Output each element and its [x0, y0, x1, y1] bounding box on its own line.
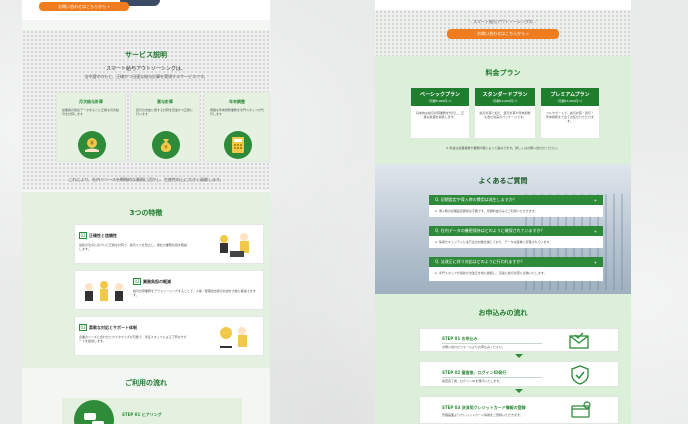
faq-answer-3: A. 専門スタッフが最新の法改正を常に確認し、迅速に給与計算に反映いたします。 — [429, 267, 603, 281]
hero-bottom: お問い合わせはこちらから » — [22, 0, 270, 20]
service-card-year-end: 年末調整 煩雑な年末調整業務を専門スタッフが代行します — [204, 92, 270, 162]
apply-section: お申込みの流れ STEP 01 お申込み お問い合わせフォームよりお申込みくださ… — [375, 294, 631, 424]
right-page-preview: ＼ スマート給与アウトソーシングの ／ お問い合わせはこちらから » 料金プラン… — [375, 0, 631, 424]
support-illustration — [210, 321, 260, 353]
feature-text: 企業のニーズに合わせたカスタマイズが可能で、専任スタッフによる丁寧なサポートを提… — [79, 335, 187, 343]
plan-card-premium: プレミアムプラン （月額15,000円〜） フルサポートで、給与計算・賞与・年末… — [540, 87, 600, 139]
pricing-title: 料金プラン — [485, 69, 521, 77]
apply-step-3: STEP 03 決済用クレジットカード情報の登録 管理画面よりクレジットカード情… — [419, 396, 619, 424]
service-card-title: 月次給与計算 — [79, 99, 103, 104]
service-card-text: 賞与の支給に関する計算を迅速かつ正確に行います — [136, 108, 194, 116]
faq-title: よくあるご質問 — [478, 177, 528, 185]
pricing-section: 料金プラン ベーシックプラン （月額5,000円〜） 基本的な給与計算業務を代行… — [375, 56, 631, 164]
envelope-icon — [568, 332, 590, 354]
people-illustration — [210, 229, 260, 261]
feature-title: 柔軟な対応とサポート体制 — [89, 325, 137, 330]
service-section: サービス説明 スマート給与アウトソーシングは、 法令遵守のもと、正確かつ迅速な給… — [22, 30, 270, 190]
expand-icon: + — [593, 197, 597, 203]
plan-card-standard: スタンダードプラン （月額10,000円〜） 給与計算に加え、賞与計算や年末調整… — [474, 87, 536, 139]
feature-title: 正確性と信頼性 — [89, 233, 117, 238]
feature-number: 03 — [79, 324, 87, 331]
team-illustration — [79, 275, 129, 307]
feature-number: 02 — [133, 278, 141, 285]
feature-text: 最新の法令に基づいた正確な計算で、給与ミスを防止し、貴社の業務負担を軽減します。 — [79, 243, 187, 251]
plan-header: スタンダードプラン （月額10,000円〜） — [475, 88, 535, 106]
feature-text: 給与計算業務をアウトソーシングすることで、人事・経理担当者の負担を大幅に軽減でき… — [133, 289, 256, 297]
service-card-text: 煩雑な年末調整業務を専門スタッフが代行します — [210, 108, 265, 116]
service-card-payroll: 月次給与計算 従業員の勤怠データをもとに正確な月次給与を計算します ¥ — [56, 92, 126, 162]
features-section: 3つの特徴 01 正確性と信頼性 最新の法令に基づいた正確な計算で、給与ミスを防… — [22, 192, 270, 368]
service-title: サービス説明 — [125, 51, 167, 59]
features-title: 3つの特徴 — [129, 209, 163, 217]
plan-text: 給与計算に加え、賞与計算や年末調整も含む充実のパッケージです。 — [479, 111, 531, 119]
service-lead-2: 法令遵守のもと、正確かつ迅速な給与計算を実現するサービスです。 — [84, 74, 208, 79]
arrow-down-icon — [515, 354, 523, 358]
divider — [442, 343, 542, 344]
svg-text:¥: ¥ — [90, 140, 94, 147]
service-card-bonus: 賞与計算 賞与の支給に関する計算を迅速かつ正確に行います ¥ — [130, 92, 200, 162]
apply-step-title: STEP 01 お申込み — [442, 336, 478, 341]
faq-answer-2: A. 情報セキュリティには万全の対策を講じており、データは厳重に管理されています… — [429, 236, 603, 248]
plan-card-basic: ベーシックプラン （月額5,000円〜） 基本的な給与計算業務を代行し、正確な処… — [410, 87, 470, 139]
apply-step-text: お問い合わせフォームよりお申込みください。 — [442, 345, 505, 349]
apply-step-text: 審査完了後、ログインIDを発行いたします。 — [442, 379, 502, 383]
plan-header: ベーシックプラン （月額5,000円〜） — [411, 88, 469, 106]
apply-step-text: 管理画面よりクレジットカード情報をご登録いただきます。 — [442, 413, 523, 417]
faq-section: よくあるご質問 Q. 初期設定や導入時の費用は発生しますか？ + A. 導入時の初… — [375, 164, 631, 294]
service-lead-1: スマート給与アウトソーシングは、 — [106, 66, 186, 72]
arrow-down-icon — [515, 389, 523, 393]
feature-title: 業務負担の軽減 — [143, 279, 171, 284]
left-page-preview: お問い合わせはこちらから » サービス説明 スマート給与アウトソーシングは、 法… — [22, 0, 270, 424]
faq-question-2[interactable]: Q. 社内データの機密保持はどのように確保されていますか？ + — [429, 226, 603, 236]
service-card-title: 年末調整 — [229, 99, 245, 104]
calculator-icon — [224, 131, 252, 159]
apply-step-2: STEP 02 審査後、ログインID発行 審査完了後、ログインIDを発行いたしま… — [419, 361, 619, 387]
chat-icon — [74, 400, 114, 424]
shield-check-icon — [570, 365, 590, 389]
divider — [442, 377, 542, 378]
flow-step-title: STEP 01 ヒアリング — [122, 412, 162, 417]
contact-cta-button[interactable]: お問い合わせはこちらから » — [447, 29, 559, 39]
feature-card-3: 03 柔軟な対応とサポート体制 企業のニーズに合わせたカスタマイズが可能で、専任… — [74, 316, 264, 356]
cta-section: ＼ スマート給与アウトソーシングの ／ お問い合わせはこちらから » — [375, 10, 631, 56]
flow-step-1: STEP 01 ヒアリング — [62, 398, 242, 424]
svg-text:¥: ¥ — [164, 145, 167, 151]
flow-section: ご利用の流れ STEP 01 ヒアリング — [22, 368, 270, 424]
feature-card-2: 02 業務負担の軽減 給与計算業務をアウトソーシングすることで、人事・経理担当者… — [74, 270, 264, 310]
apply-step-1: STEP 01 お申込み お問い合わせフォームよりお申込みください。 — [419, 328, 619, 352]
expand-icon: + — [593, 259, 597, 265]
contact-cta-button[interactable]: お問い合わせはこちらから » — [39, 2, 129, 11]
money-bag-icon: ¥ — [152, 131, 180, 159]
feature-card-1: 01 正確性と信頼性 最新の法令に基づいた正確な計算で、給与ミスを防止し、貴社の… — [74, 224, 264, 264]
faq-answer-1: A. 導入時の初期設定費用は不要です。月額料金のみでご利用いただけます。 — [429, 205, 603, 217]
pricing-note: ※ 料金は従業員数や業務内容によって異なります。詳しくはお問い合わせください。 — [446, 146, 560, 150]
apply-title: お申込みの流れ — [478, 309, 528, 317]
faq-question-3[interactable]: Q. 法改正に伴う対応はどのように行われますか？ + — [429, 257, 603, 267]
plan-text: フルサポートで、給与計算・賞与・年末調整まで全てお任せいただけます。 — [546, 111, 594, 123]
service-card-title: 賞与計算 — [157, 99, 173, 104]
feature-number: 01 — [79, 232, 87, 239]
plan-text: 基本的な給与計算業務を代行し、正確な処理を提供します。 — [415, 111, 464, 119]
plan-header: プレミアムプラン （月額15,000円〜） — [541, 88, 599, 106]
apply-step-title: STEP 02 審査後、ログインID発行 — [442, 370, 507, 375]
service-card-text: 従業員の勤怠データをもとに正確な月次給与を計算します — [62, 108, 119, 116]
credit-card-icon — [570, 401, 592, 423]
faq-question-1[interactable]: Q. 初期設定や導入時の費用は発生しますか？ + — [429, 195, 603, 205]
apply-step-title: STEP 03 決済用クレジットカード情報の登録 — [442, 405, 526, 410]
coin-hand-icon: ¥ — [78, 131, 106, 159]
top-strip — [375, 0, 631, 10]
cta-caption: ＼ スマート給与アウトソーシングの ／ — [467, 19, 539, 24]
expand-icon: + — [593, 228, 597, 234]
service-note: これにより、社内リソースを戦略的な業務に活かし、生産性向上に大きく貢献します。 — [68, 177, 224, 182]
flow-title: ご利用の流れ — [125, 379, 167, 387]
